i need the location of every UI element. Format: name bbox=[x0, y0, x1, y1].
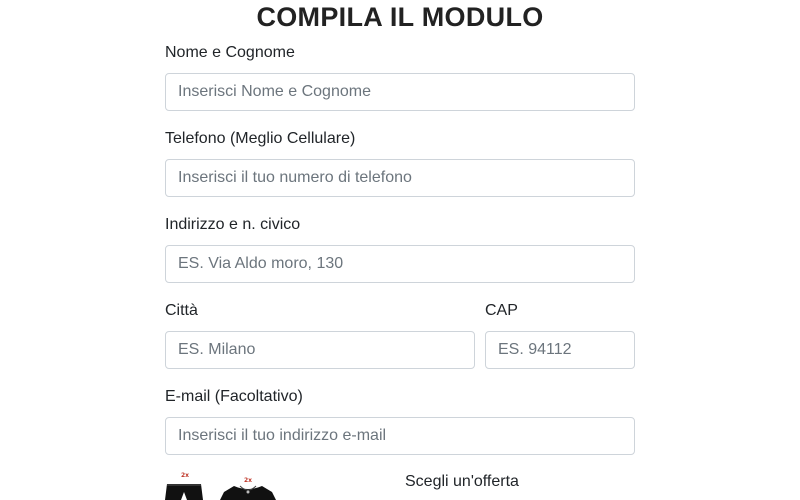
offer-label: Scegli un'offerta bbox=[405, 473, 519, 490]
cap-label: CAP bbox=[485, 302, 518, 319]
product-top[interactable]: 2x bbox=[220, 472, 276, 500]
name-input[interactable] bbox=[165, 73, 635, 111]
product-shorts[interactable]: 2x bbox=[165, 472, 205, 500]
city-label: Città bbox=[165, 302, 198, 319]
email-label: E-mail (Facoltativo) bbox=[165, 388, 303, 405]
cap-input[interactable] bbox=[485, 331, 635, 369]
city-input[interactable] bbox=[165, 331, 475, 369]
black-top-icon bbox=[220, 485, 276, 500]
name-label: Nome e Cognome bbox=[165, 44, 295, 61]
black-shorts-icon bbox=[165, 484, 203, 500]
phone-input[interactable] bbox=[165, 159, 635, 197]
phone-label: Telefono (Meglio Cellulare) bbox=[165, 130, 356, 147]
form-title: COMPILA IL MODULO bbox=[256, 2, 544, 32]
email-input[interactable] bbox=[165, 417, 635, 455]
address-label: Indirizzo e n. civico bbox=[165, 216, 301, 233]
address-input[interactable] bbox=[165, 245, 635, 283]
